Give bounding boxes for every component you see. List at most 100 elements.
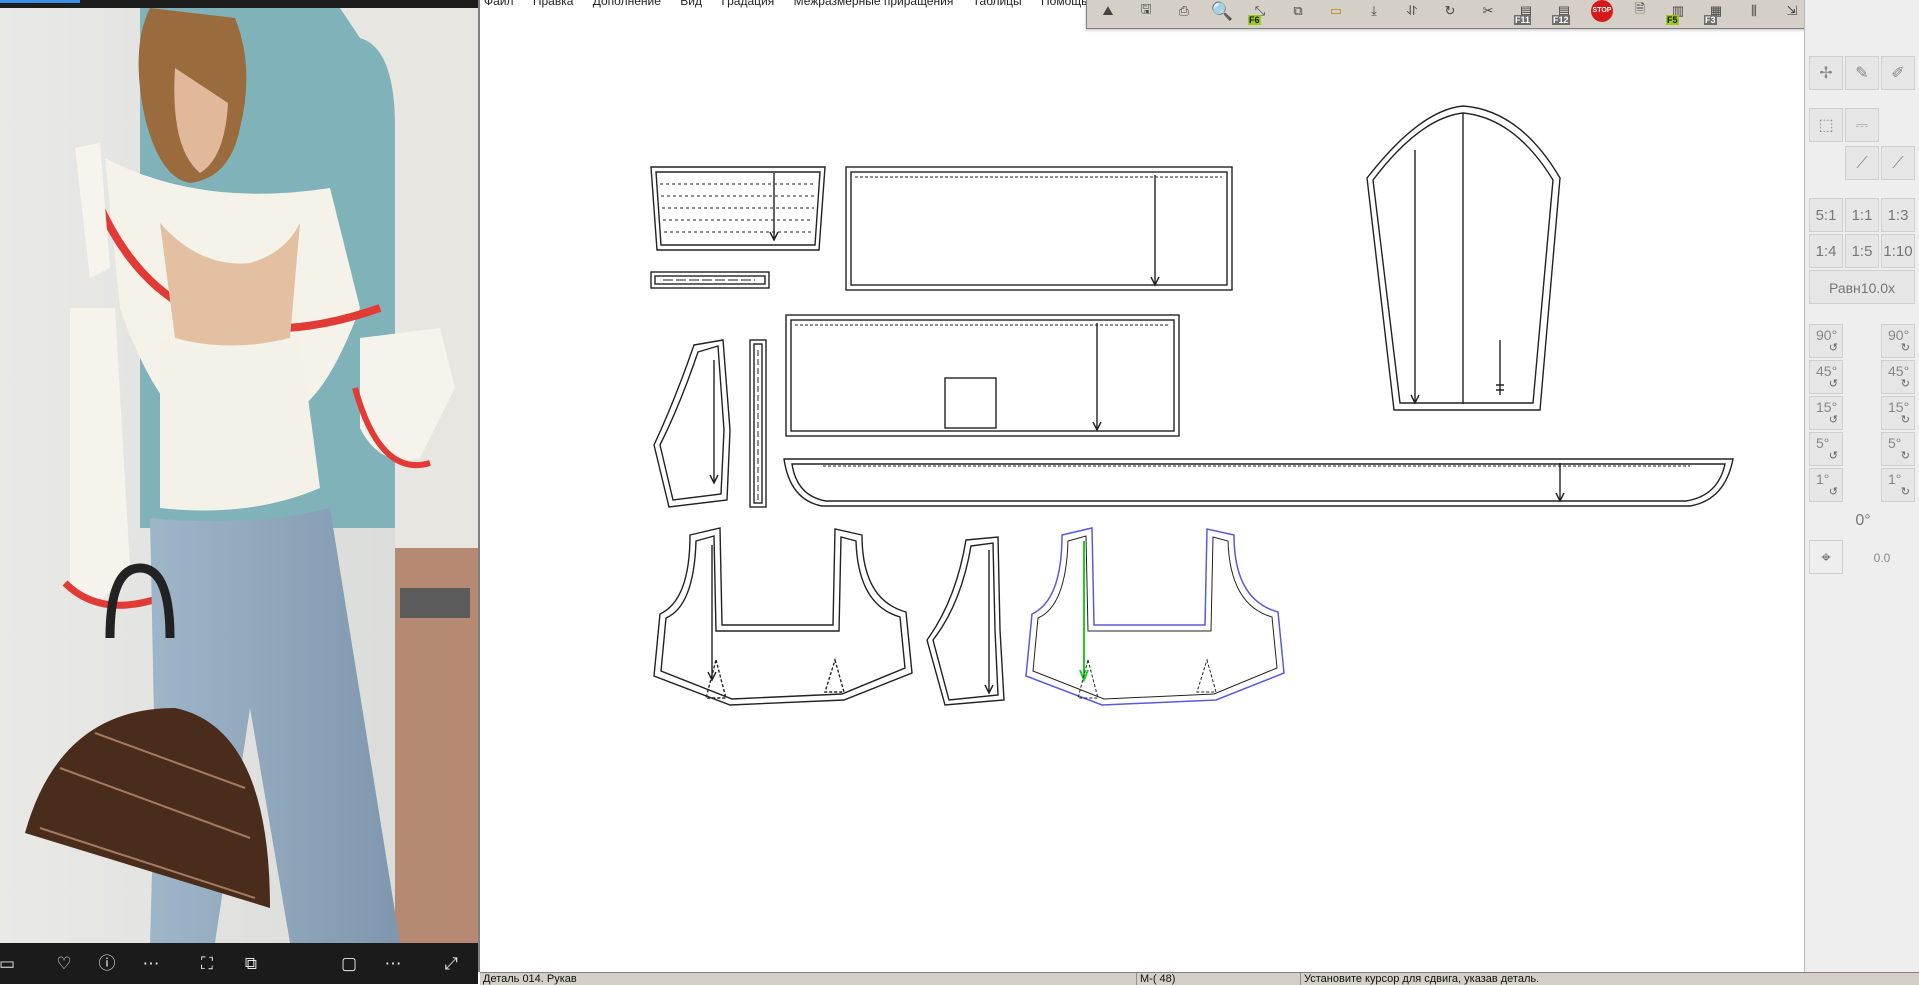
copy-icon[interactable]: ⧉ [1281,0,1315,26]
rotate-ccw-45-button[interactable]: 45° ↺ [1809,360,1843,394]
pen-tool-icon[interactable]: ✎ [1845,56,1879,90]
equalize-button[interactable]: Равн10.0x [1809,270,1915,304]
viewer-title-strip [0,0,478,8]
piece-side-panel-2[interactable] [926,536,1005,706]
right-tool-panel: ✢ ✎ ✐ ⬚ ⎓ ⟋ ⟋ 5:1 1:1 1:3 1:4 1:5 1:10 Р… [1804,0,1919,972]
scale-1-10-button[interactable]: 1:10 [1881,234,1915,268]
menu-tables[interactable]: Таблицы [973,0,1022,8]
piece-narrow-strip[interactable] [749,339,767,508]
f6-key-label: F6 [1248,15,1261,25]
tools-toolbar: ⛰ 🖫 ⎙ 🔍 ⤡ F6 ⧉ ▭ ⤓ ⥯ ↻ ✂ ▤ F11 ▤ F12 STOP 🗎… [1086,0,1814,29]
rotate-ccw-5-button[interactable]: 5° ↺ [1809,432,1843,466]
scissors-icon[interactable]: ✂ [1471,0,1505,26]
crop-icon[interactable]: ⛶ [194,951,220,977]
grid-tool-icon[interactable]: ✢ [1809,56,1843,90]
slash-tool-icon[interactable]: ⟋ [1881,146,1915,180]
move-piece-icon[interactable]: ⬚ [1809,108,1843,142]
rotate-cw-icon: ↻ [1900,486,1910,498]
save-icon[interactable]: 🖫 [1129,0,1163,26]
rotate-ccw-icon: ↺ [1828,450,1838,462]
pattern-pieces-icon[interactable]: ⫼ [1737,0,1771,26]
zoom-f6-icon[interactable]: ⤡ F6 [1243,0,1277,26]
rotate-cw-15-button[interactable]: 15° ↻ [1881,396,1915,430]
rotate-ccw-icon: ↺ [1828,414,1838,426]
viewer-toolbar: ▭ ♡ ⓘ ⋯ ⛶ ⧉ ▢ ⋯ ⤢ [0,943,478,984]
info-icon[interactable]: ⓘ [94,951,120,977]
zero-angle-label[interactable]: 0° [1846,504,1880,538]
piece-frill-long-1[interactable] [845,166,1233,291]
rotate-cw-icon: ↻ [1900,450,1910,462]
fullscreen-icon[interactable]: ⤢ [438,951,464,977]
f5-tool-icon[interactable]: ▥ F5 [1661,0,1695,26]
rotate-ccw-90-button[interactable]: 90° ↺ [1809,324,1843,358]
f12-tool-icon[interactable]: ▤ F12 [1547,0,1581,26]
angle-label: 5° [1888,435,1902,451]
piece-bodice-front[interactable] [653,527,913,706]
rotate-cw-5-button[interactable]: 5° ↻ [1881,432,1915,466]
piece-frill-long-2[interactable] [785,314,1180,437]
target-icon[interactable]: ⌖ [1809,540,1843,574]
rotate-ccw-icon: ↺ [1828,378,1838,390]
f11-tool-icon[interactable]: ▤ F11 [1509,0,1543,26]
f3-tool-icon[interactable]: ▦ F3 [1699,0,1733,26]
document-icon[interactable]: 🗎 [1623,0,1657,26]
angle-label: 15° [1888,399,1910,415]
scale-1-5-button[interactable]: 1:5 [1845,234,1879,268]
rotate-ccw-icon: ↺ [1828,342,1838,354]
split-tool-icon[interactable]: ⎓ [1845,108,1879,142]
scale-1-3-button[interactable]: 1:3 [1881,198,1915,232]
heart-icon[interactable]: ♡ [51,951,77,977]
status-size: M-( 48) [1136,973,1310,985]
ocr-icon[interactable]: ⧉ [238,951,264,977]
piece-sleeve[interactable] [1366,105,1561,411]
rotate-ccw-icon: ↺ [1828,486,1838,498]
status-piece: Деталь 014. Рукав [483,973,577,985]
menu-help[interactable]: Помощь [1041,0,1087,8]
rotate-cw-1-button[interactable]: 1° ↻ [1881,468,1915,502]
pattern-canvas[interactable] [480,10,1804,970]
menu-bar: Файл Правка Дополнение Вид Градация Межр… [484,0,1103,10]
menu-file[interactable]: Файл [484,0,514,8]
angle-label: 5° [1816,435,1830,451]
rotate-icon[interactable]: ↻ [1433,0,1467,26]
ruler-icon[interactable]: ▭ [1319,0,1353,26]
rotate-cw-icon: ↻ [1900,378,1910,390]
print-icon[interactable]: ⎙ [1167,0,1201,26]
piece-side-panel-1[interactable] [653,339,731,508]
screen-icon[interactable]: ▭ [0,951,20,977]
draw-tool-icon[interactable]: ⛰ [1091,0,1125,26]
rotate-cw-90-button[interactable]: 90° ↻ [1881,324,1915,358]
angle-label: 15° [1816,399,1838,415]
download-icon[interactable]: ⤓ [1357,0,1391,26]
more-icon[interactable]: ⋯ [380,951,406,977]
active-tab-indicator [0,0,80,3]
scale-1-1-button[interactable]: 1:1 [1845,198,1879,232]
magnifier-icon[interactable]: 🔍 [1205,0,1239,26]
rotate-cw-45-button[interactable]: 45° ↻ [1881,360,1915,394]
measure-tool-icon[interactable]: ✐ [1881,56,1915,90]
stop-label: STOP [1591,0,1613,22]
pattern-cad-window: Файл Правка Дополнение Вид Градация Межр… [478,0,1919,985]
menu-edit[interactable]: Правка [533,0,574,8]
fit-icon[interactable]: ▢ [336,951,362,977]
angle-label: 1° [1888,471,1902,487]
angle-label: 90° [1816,327,1838,343]
piece-hem-band[interactable] [783,458,1734,507]
rotate-ccw-15-button[interactable]: 15° ↺ [1809,396,1843,430]
scale-1-4-button[interactable]: 1:4 [1809,234,1843,268]
piece-facing-strip[interactable] [650,271,770,289]
piece-frill-small[interactable] [650,166,826,251]
rotate-cw-icon: ↻ [1900,414,1910,426]
scale-5-1-button[interactable]: 5:1 [1809,198,1843,232]
piece-bodice-front-selected[interactable] [1025,527,1285,706]
menu-view[interactable]: Вид [680,0,702,8]
rotate-ccw-1-button[interactable]: 1° ↺ [1809,468,1843,502]
align-icon[interactable]: ⥯ [1395,0,1429,26]
menu-size-increments[interactable]: Межразмерные приращения [794,0,954,8]
stop-icon[interactable]: STOP [1585,0,1619,26]
pattern-pieces [650,105,1734,706]
more-icon[interactable]: ⋯ [138,951,164,977]
mirror-tool-icon[interactable]: ⟋ [1845,146,1879,180]
menu-addons[interactable]: Дополнение [593,0,661,8]
menu-grading[interactable]: Градация [721,0,774,8]
